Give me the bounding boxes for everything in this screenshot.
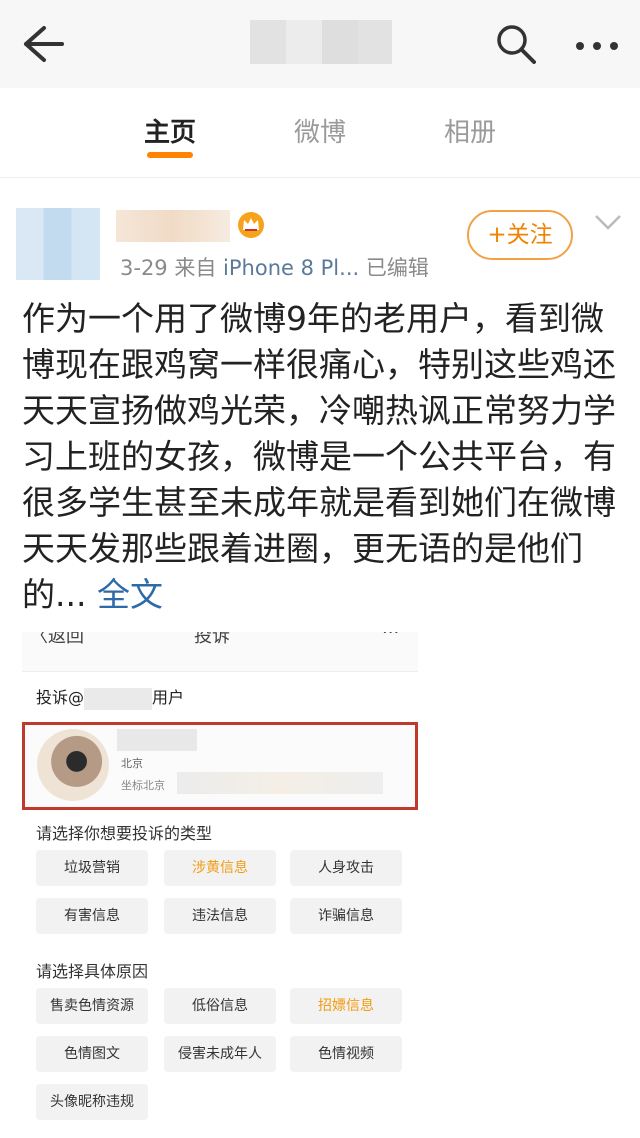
tab-album[interactable]: 相册	[420, 112, 520, 149]
user-location: 坐标北京	[121, 779, 165, 792]
post-content: 作为一个用了微博9年的老用户，看到微博现在跟鸡窝一样很痛心，特别这些鸡还天天宣扬…	[22, 296, 622, 618]
reason-chip[interactable]: 头像昵称违规	[36, 1084, 148, 1120]
chevron-down-icon[interactable]	[592, 210, 624, 234]
report-target: 投诉@ 用户	[36, 684, 184, 710]
reason-chip[interactable]: 低俗信息	[164, 988, 276, 1024]
location-blurred	[177, 772, 383, 794]
tab-home[interactable]: 主页	[120, 112, 220, 149]
reason-prompt: 请选择具体原因	[36, 962, 149, 981]
user-city: 北京	[121, 757, 143, 770]
post-meta: 3-29 来自 iPhone 8 Pl... 已编辑	[120, 252, 429, 282]
post-date: 3-29	[120, 256, 168, 280]
reported-user-card: 北京 坐标北京	[22, 722, 418, 810]
screenshot-title: 投诉	[194, 632, 230, 647]
reason-chip[interactable]: 色情视频	[290, 1036, 402, 1072]
type-chip[interactable]: 违法信息	[164, 898, 276, 934]
type-chip[interactable]: 诈骗信息	[290, 898, 402, 934]
type-chip[interactable]: 有害信息	[36, 898, 148, 934]
reason-chip[interactable]: 色情图文	[36, 1036, 148, 1072]
post-text: 作为一个用了微博9年的老用户，看到微博现在跟鸡窝一样很痛心，特别这些鸡还天天宣扬…	[22, 299, 616, 614]
vip-crown-icon	[236, 210, 266, 240]
source-prefix: 来自	[174, 256, 217, 280]
screenshot-more: ···	[382, 632, 400, 643]
avatar[interactable]	[16, 208, 100, 280]
search-icon[interactable]	[494, 22, 538, 66]
page-title-blurred	[250, 20, 392, 64]
screenshot-nav: 〈返回 投诉 ···	[22, 632, 418, 672]
full-text-link[interactable]: 全文	[97, 575, 163, 614]
follow-button[interactable]: +关注	[467, 210, 573, 260]
avatar	[37, 729, 109, 801]
user-name-blurred	[117, 729, 197, 751]
more-icon[interactable]	[572, 22, 622, 66]
back-arrow-icon[interactable]	[18, 22, 66, 66]
top-bar	[0, 0, 640, 88]
reason-chip[interactable]: 侵害未成年人	[164, 1036, 276, 1072]
reason-chip[interactable]: 售卖色情资源	[36, 988, 148, 1024]
weibo-post: 3-29 来自 iPhone 8 Pl... 已编辑 +关注 作为一个用了微博9…	[0, 180, 640, 1138]
type-chip[interactable]: 垃圾营销	[36, 850, 148, 886]
report-suffix: 用户	[152, 688, 185, 707]
profile-tabs: 主页 微博 相册	[0, 88, 640, 178]
type-chip[interactable]: 人身攻击	[290, 850, 402, 886]
report-prefix: 投诉@	[36, 688, 85, 707]
post-source: iPhone 8 Pl...	[223, 256, 360, 280]
type-prompt: 请选择你想要投诉的类型	[36, 824, 213, 843]
username-blurred[interactable]	[116, 210, 230, 242]
screenshot-back: 〈返回	[30, 632, 84, 647]
active-tab-indicator	[147, 152, 193, 158]
reported-user-blurred	[84, 687, 153, 710]
embedded-screenshot[interactable]: 〈返回 投诉 ··· 投诉@ 用户 北京 坐标北京 请选择你想要投诉的类型 垃圾营…	[22, 632, 418, 1138]
type-chip[interactable]: 涉黄信息	[164, 850, 276, 886]
edited-label: 已编辑	[365, 256, 429, 280]
reason-chip[interactable]: 招嫖信息	[290, 988, 402, 1024]
tab-weibo[interactable]: 微博	[270, 112, 370, 149]
